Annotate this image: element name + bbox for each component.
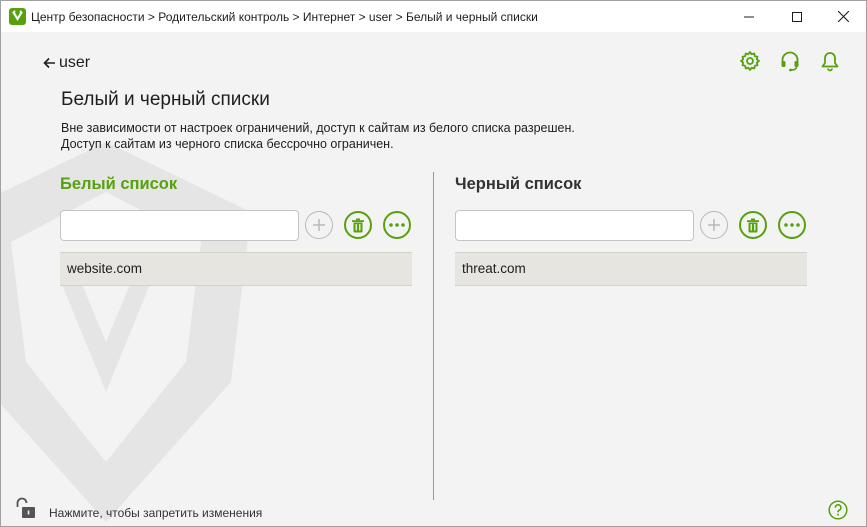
page-description: Вне зависимости от настроек ограничений,… [61,120,575,152]
description-line-2: Доступ к сайтам из черного списка бессро… [61,137,394,151]
blacklist-delete-button[interactable] [739,211,767,239]
back-label: user [59,54,91,71]
minimize-button[interactable] [726,1,772,32]
page-title: Белый и черный списки [61,89,270,110]
unlock-icon [16,497,35,518]
settings-button[interactable] [739,50,761,72]
list-item[interactable]: threat.com [455,252,807,286]
notification-bell-icon [821,52,839,72]
app-logo-icon [9,8,26,25]
help-icon [828,500,848,520]
close-button[interactable] [820,1,866,32]
whitelist-list: website.com [60,252,412,286]
more-icon [389,223,405,227]
blacklist-more-button[interactable] [778,211,806,239]
close-icon [837,11,849,22]
trash-icon [747,218,759,232]
blacklist-list: threat.com [455,252,807,286]
blacklist-input[interactable] [455,209,694,241]
lock-hint-text: Нажмите, чтобы запретить изменения [49,506,263,520]
list-item[interactable]: website.com [60,252,412,286]
trash-icon [352,218,364,232]
blacklist-title: Черный список [455,175,582,193]
column-divider [433,172,434,500]
whitelist-add-button[interactable] [305,211,333,239]
support-headset-icon [781,51,799,72]
maximize-button[interactable] [774,1,820,32]
whitelist-input[interactable] [60,209,299,241]
back-arrow-icon [43,57,55,69]
whitelist-title: Белый список [60,175,178,193]
description-line-1: Вне зависимости от настроек ограничений,… [61,121,575,135]
help-button[interactable] [828,500,848,520]
minimize-icon [744,16,754,17]
window-title: Центр безопасности > Родительский контро… [31,10,538,24]
title-bar: Центр безопасности > Родительский контро… [1,1,866,32]
support-button[interactable] [779,50,801,72]
more-icon [784,223,800,227]
back-button[interactable]: user [43,54,90,72]
maximize-icon [792,11,802,22]
whitelist-delete-button[interactable] [344,211,372,239]
blacklist-panel: Черный список threat.com [455,175,807,286]
settings-gear-icon [740,51,760,71]
notifications-button[interactable] [819,50,841,72]
app-window: Центр безопасности > Родительский контро… [0,0,867,527]
lock-button[interactable] [15,496,39,520]
add-icon [313,219,325,231]
whitelist-panel: Белый список website.com [60,175,412,286]
top-toolbar [739,50,841,72]
blacklist-controls [455,209,807,241]
add-icon [708,219,720,231]
whitelist-controls [60,209,412,241]
content-area: user Белый и черный списки Вне зависимос… [1,32,866,526]
whitelist-more-button[interactable] [383,211,411,239]
blacklist-add-button[interactable] [700,211,728,239]
